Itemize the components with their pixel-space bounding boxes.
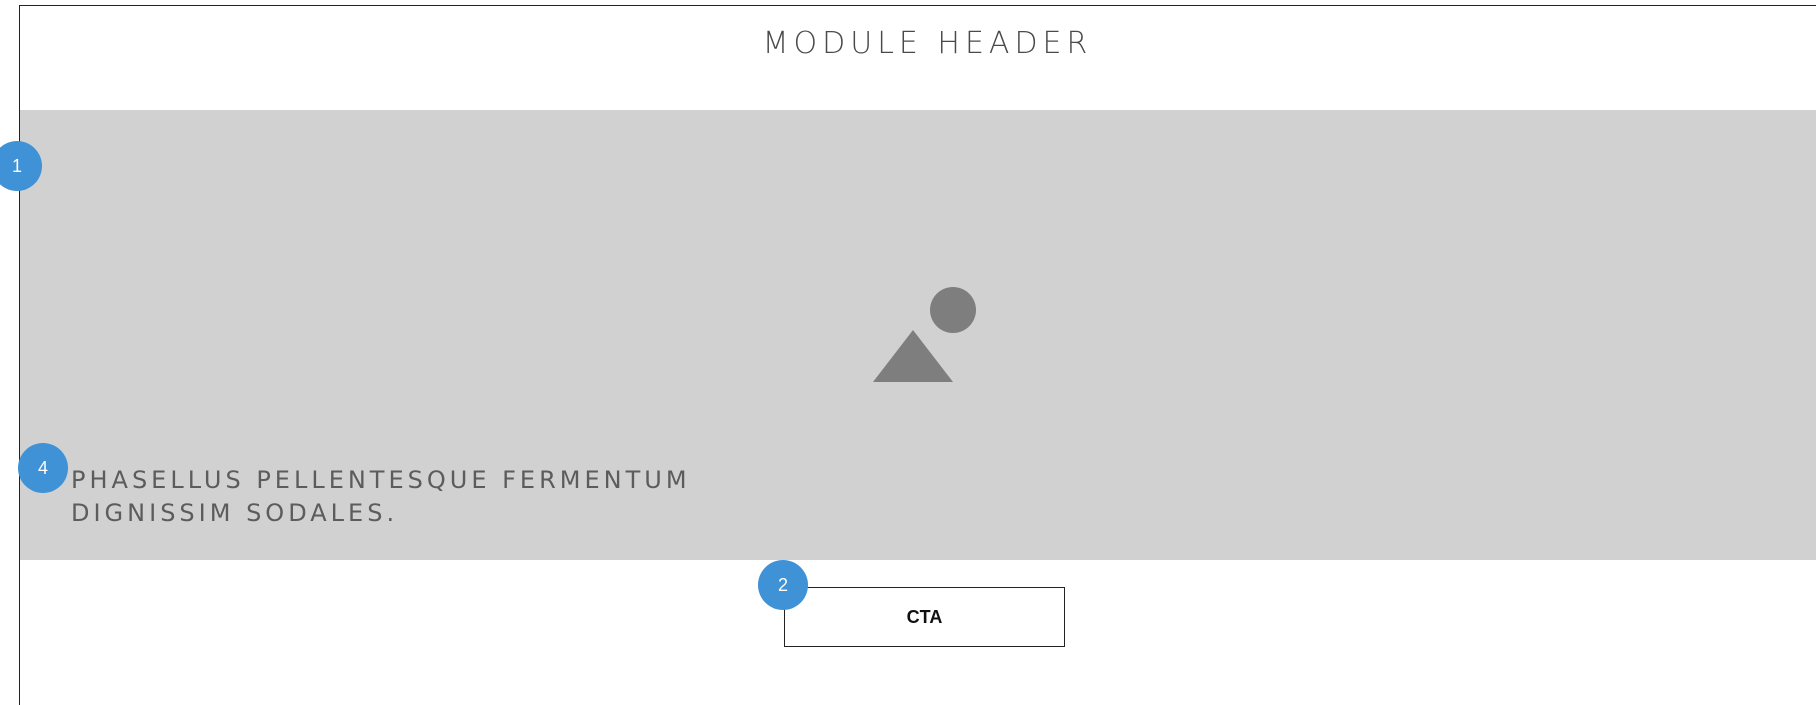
hero-headline: PHASELLUS PELLENTESQUE FERMENTUM DIGNISS… <box>71 464 691 530</box>
annotation-badge-2: 2 <box>758 560 808 610</box>
hero-headline-line1: PHASELLUS PELLENTESQUE FERMENTUM <box>71 466 691 494</box>
image-placeholder-icon <box>873 287 976 382</box>
hero-headline-line2: DIGNISSIM SODALES. <box>71 499 399 527</box>
annotation-badge-4: 4 <box>18 443 68 493</box>
module-header: MODULE HEADER <box>762 26 1093 61</box>
image-placeholder-mountain <box>873 330 953 382</box>
cta-button[interactable]: CTA <box>784 587 1065 647</box>
image-placeholder-sun <box>930 287 976 333</box>
